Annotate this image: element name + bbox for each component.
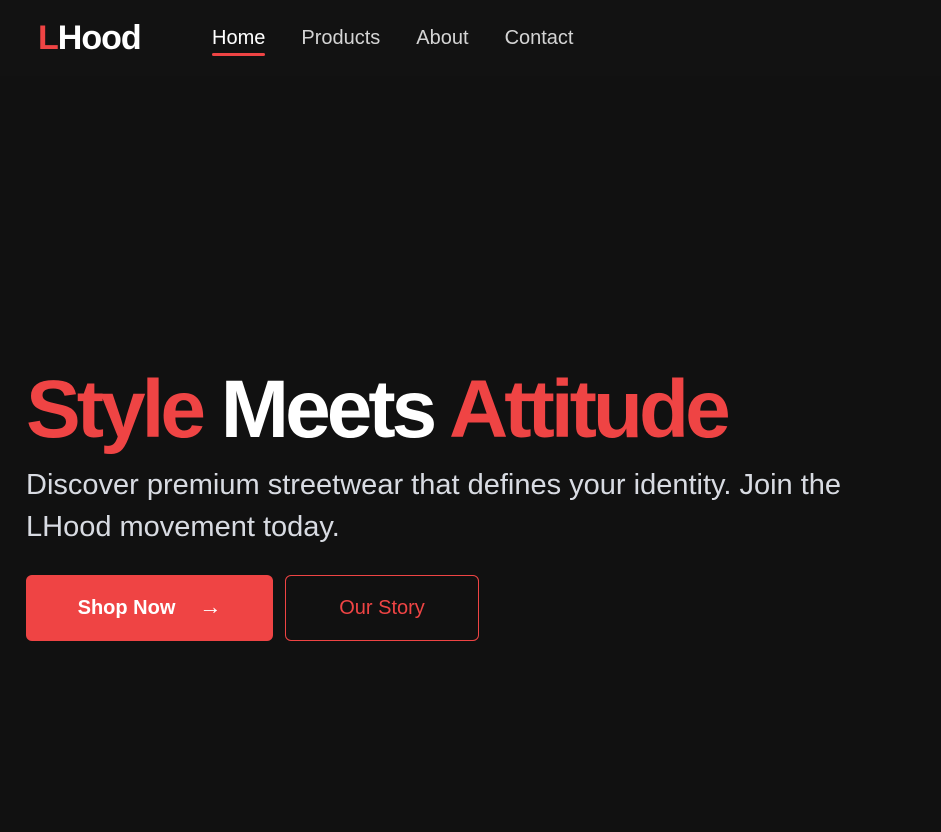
nav-about[interactable]: About [416, 24, 468, 52]
brand-logo[interactable]: LHood [38, 16, 142, 60]
nav-home[interactable]: Home [212, 24, 266, 56]
our-story-button[interactable]: Our Story [285, 575, 479, 641]
nav-contact[interactable]: Contact [505, 24, 574, 52]
hero-headline: Style Meets Attitude [26, 362, 926, 458]
shop-now-label: Shop Now [77, 596, 176, 619]
landing-page: LHood Home Products About Contact Style … [0, 0, 941, 832]
arrow-right-icon: → [199, 594, 222, 619]
nav-contact-label: Contact [504, 27, 574, 49]
top-navigation-bar: LHood Home Products About Contact [0, 0, 941, 76]
brand-logo-l: L [38, 19, 59, 57]
nav-home-label: Home [212, 27, 266, 49]
nav-products[interactable]: Products [301, 24, 380, 52]
hero-subtitle: Discover premium streetwear that defines… [26, 469, 842, 543]
nav-products-label: Products [301, 27, 381, 49]
hero-section: Style Meets Attitude Discover premium st… [26, 362, 926, 641]
headline-word-meets: Meets [220, 364, 437, 455]
hero-actions: Shop Now → Our Story [26, 575, 479, 641]
nav-about-label: About [416, 27, 469, 49]
shop-now-button[interactable]: Shop Now → [26, 575, 273, 641]
headline-word-style: Style [26, 364, 206, 455]
brand-logo-hood: Hood [57, 19, 142, 57]
active-nav-underline [212, 53, 266, 56]
main-navigation: Home Products About Contact [212, 24, 574, 56]
headline-word-attitude: Attitude [448, 364, 731, 455]
